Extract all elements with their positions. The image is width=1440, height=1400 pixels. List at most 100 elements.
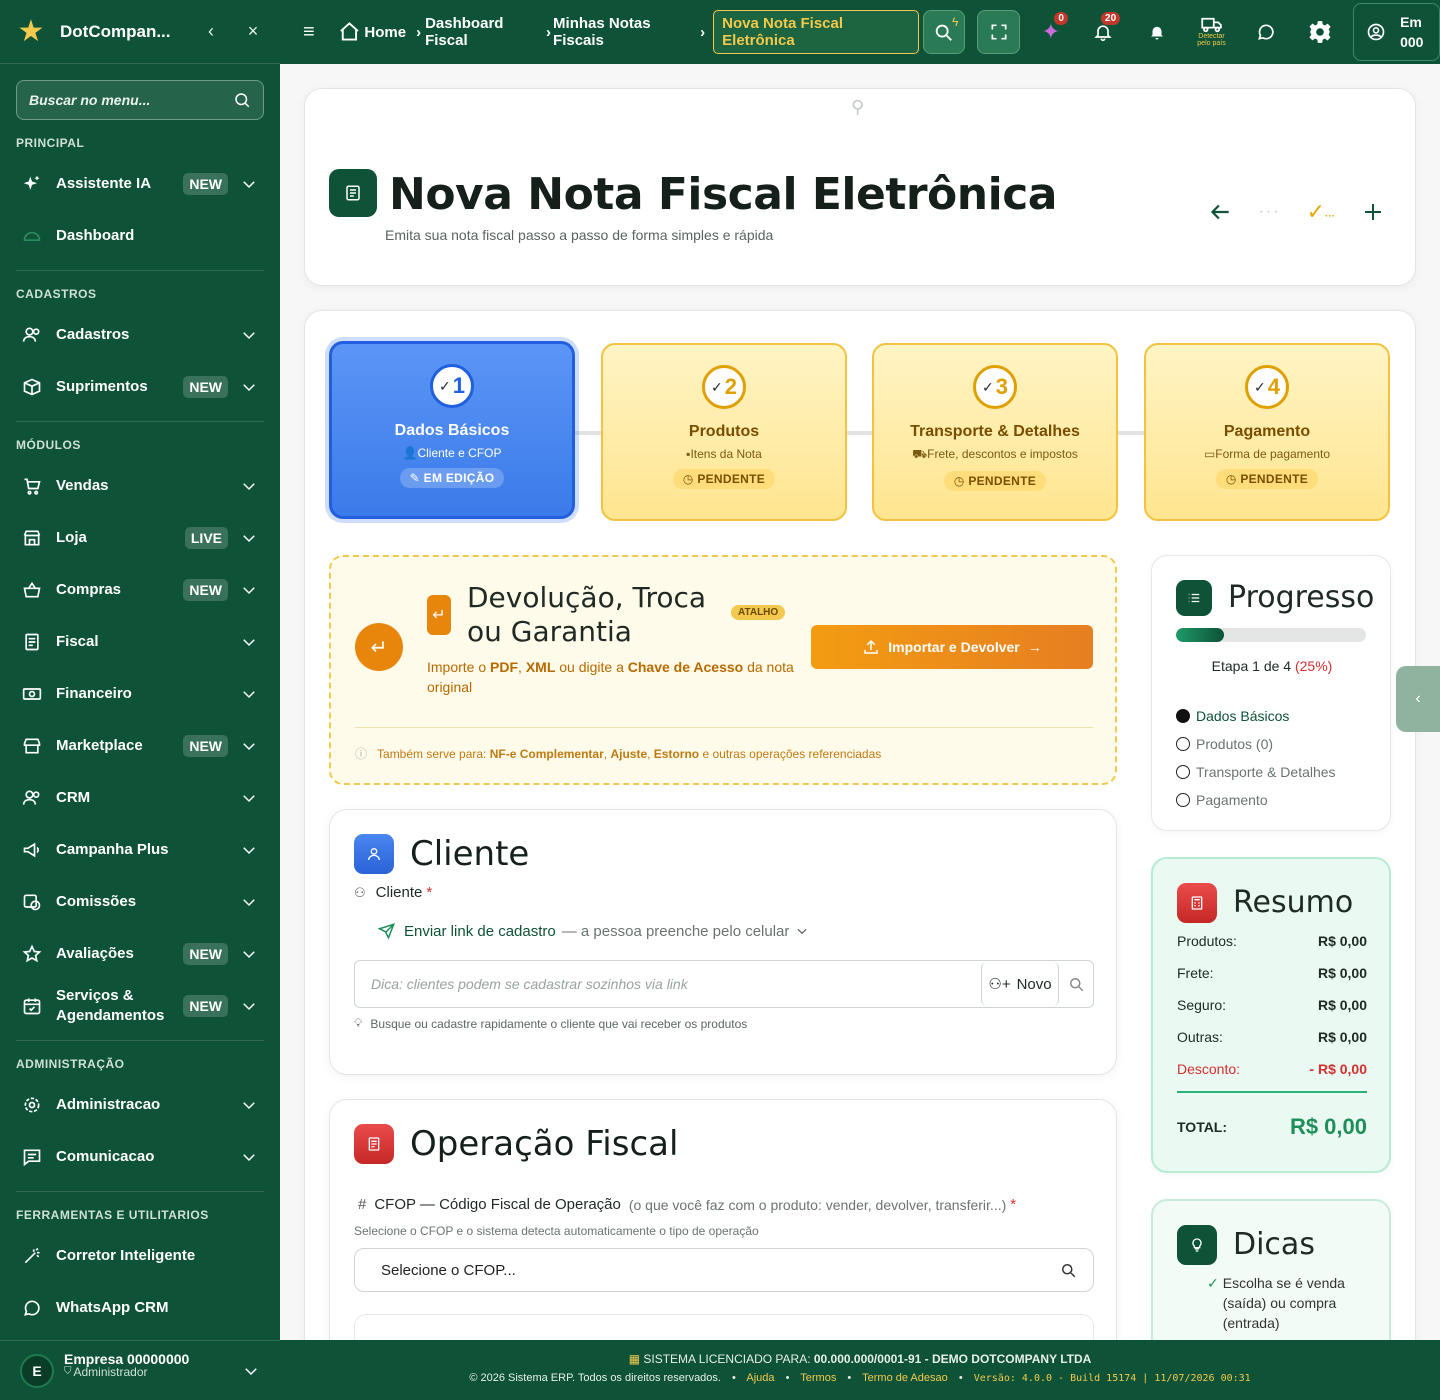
- adhesion-terms-link[interactable]: Termo de Adesao: [862, 1372, 948, 1384]
- coins-icon: [23, 894, 41, 911]
- cfop-select[interactable]: Selecione o CFOP...: [354, 1248, 1094, 1292]
- whatsapp-icon: [1257, 24, 1274, 40]
- store-icon: [23, 530, 41, 546]
- section-principal: PRINCIPAL: [16, 136, 85, 150]
- chevron-down-icon: [243, 847, 255, 855]
- operacao-title: Operação Fiscal: [410, 1124, 679, 1164]
- progress-item-transporte[interactable]: Transporte & Detalhes: [1176, 758, 1336, 786]
- notifications-count-badge: 20: [1101, 12, 1121, 25]
- search-icon: [235, 93, 250, 108]
- bell-icon: [1094, 25, 1112, 42]
- expand-icon: [991, 24, 1007, 40]
- chevron-down-icon: [243, 483, 255, 491]
- sidebar-item-comunicacao[interactable]: Comunicacao: [0, 1131, 280, 1183]
- home-icon[interactable]: [338, 20, 361, 44]
- import-return-button[interactable]: Importar e Devolver →: [811, 625, 1093, 669]
- user-icon: 👤: [402, 446, 418, 460]
- fullscreen-button[interactable]: [977, 10, 1020, 54]
- devolucao-shortcut: ↵ ↵ Devolução, Troca ou Garantia ATALHO …: [329, 555, 1117, 785]
- sidebar-item-loja[interactable]: Loja LIVE: [0, 512, 280, 564]
- truck-icon: ⛟: [912, 447, 928, 461]
- brand-name: DotCompan...: [60, 21, 171, 41]
- sidebar-item-marketplace[interactable]: Marketplace NEW: [0, 720, 280, 772]
- version-info: Versão: 4.0.0 - Build 15174 | 11/07/2026…: [973, 1373, 1251, 1384]
- form-wrapper: ✓ 1 Dados Básicos 👤Cliente e CFOP ✎ EM ED…: [304, 310, 1416, 1340]
- arrow-right-icon: →: [1027, 639, 1042, 655]
- breadcrumb-current: Nova Nota Fiscal Eletrônica: [713, 10, 920, 54]
- check-icon[interactable]: ✓···: [1307, 199, 1335, 225]
- close-icon[interactable]: ×: [240, 21, 266, 42]
- section-cadastros: CADASTROS: [16, 287, 97, 301]
- step-2[interactable]: ✓ 2 Produtos ▪Itens da Nota ◷ PENDENTE: [601, 343, 847, 521]
- step-1[interactable]: ✓ 1 Dados Básicos 👤Cliente e CFOP ✎ EM ED…: [329, 341, 575, 519]
- sidebar-item-avaliacoes[interactable]: Avaliações NEW: [0, 928, 280, 980]
- send-register-link[interactable]: Enviar link de cadastro — a pessoa preen…: [378, 922, 809, 940]
- chevron-down-icon: [243, 1003, 255, 1011]
- progress-item-dados[interactable]: Dados Básicos: [1176, 702, 1336, 730]
- quick-search-button[interactable]: ϟ: [923, 10, 966, 54]
- chevron-down-icon: [243, 743, 255, 751]
- sidebar-item-crm[interactable]: CRM: [0, 772, 280, 824]
- menu-search-placeholder: Buscar no menu...: [29, 92, 151, 108]
- sidebar-item-comissoes[interactable]: Comissões: [0, 876, 280, 928]
- bell-filled-icon: [1151, 26, 1164, 40]
- sidebar-item-servicos[interactable]: Serviços & Agendamentos NEW: [0, 980, 280, 1032]
- breadcrumb-minhas-notas[interactable]: Minhas Notas Fiscais: [553, 15, 698, 49]
- sidebar-item-compras[interactable]: Compras NEW: [0, 564, 280, 616]
- progress-item-produtos[interactable]: Produtos (0): [1176, 730, 1336, 758]
- document-icon: [346, 185, 360, 201]
- step-4[interactable]: ✓ 4 Pagamento ▭Forma de pagamento ◷ PENDE…: [1144, 343, 1390, 521]
- terms-link[interactable]: Termos: [800, 1372, 836, 1384]
- chevron-down-icon: [243, 1102, 255, 1110]
- breadcrumb-dashboard-fiscal[interactable]: Dashboard Fiscal: [425, 15, 544, 49]
- alerts-button[interactable]: [1136, 10, 1178, 54]
- breadcrumb-home[interactable]: Home: [364, 24, 406, 41]
- menu-search-input[interactable]: Buscar no menu...: [16, 80, 264, 120]
- sidebar-item-vendas[interactable]: Vendas: [0, 460, 280, 512]
- settings-button[interactable]: [1299, 10, 1341, 54]
- progress-item-pagamento[interactable]: Pagamento: [1176, 786, 1336, 814]
- hamburger-menu-icon[interactable]: ≡: [280, 21, 338, 44]
- company-selector[interactable]: Em 000: [1353, 3, 1440, 61]
- collapse-sidebar-icon[interactable]: ‹: [198, 21, 224, 42]
- sidebar-item-administracao[interactable]: Administracao: [0, 1079, 280, 1131]
- whatsapp-button[interactable]: [1245, 10, 1287, 54]
- license-label: SISTEMA LICENCIADO PARA:: [643, 1352, 811, 1366]
- chevron-down-icon: [797, 928, 807, 935]
- ai-button[interactable]: ✦ 0: [1030, 10, 1072, 54]
- chevron-down-icon: [245, 1367, 257, 1375]
- sidebar-item-cadastros[interactable]: Cadastros: [0, 309, 280, 361]
- sidebar-item-whatsapp[interactable]: WhatsApp CRM: [0, 1282, 280, 1334]
- sidebar-item-dashboard[interactable]: Dashboard: [0, 210, 280, 262]
- sidebar-item-campanha[interactable]: Campanha Plus: [0, 824, 280, 876]
- sidebar-item-suprimentos[interactable]: Suprimentos NEW: [0, 361, 280, 413]
- progress-step-text: Etapa 1 de 4: [1211, 658, 1292, 674]
- sidebar-item-assistente[interactable]: Assistente IA NEW: [0, 158, 280, 210]
- sidebar-item-corretor[interactable]: Corretor Inteligente: [0, 1230, 280, 1282]
- breadcrumb: Home › Dashboard Fiscal › Minhas Notas F…: [338, 10, 920, 54]
- help-link[interactable]: Ajuda: [746, 1372, 774, 1384]
- search-icon[interactable]: [1067, 975, 1085, 993]
- clock-icon: ◷: [953, 474, 969, 488]
- radio-icon: [1176, 737, 1190, 751]
- pin-icon[interactable]: ⚲: [851, 97, 864, 118]
- cart-icon: [24, 478, 41, 495]
- summary-total-row: TOTAL: R$ 0,00: [1177, 1114, 1367, 1139]
- license-value: 00.000.000/0001-91 - DEMO DOTCOMPANY LTD…: [813, 1352, 1092, 1366]
- notifications-button[interactable]: 20: [1082, 10, 1124, 54]
- step-3[interactable]: ✓ 3 Transporte & Detalhes ⛟Frete, descont…: [872, 343, 1118, 521]
- divider: [16, 1040, 264, 1041]
- user-menu[interactable]: E Empresa 00000000 ⛉ Administrador: [0, 1340, 280, 1400]
- status-badge: ◷ PENDENTE: [943, 471, 1047, 491]
- lightbulb-icon: [1177, 1225, 1217, 1265]
- sidebar-item-financeiro[interactable]: Financeiro: [0, 668, 280, 720]
- new-client-button[interactable]: ⚇+ Novo: [981, 962, 1059, 1006]
- cliente-search-input[interactable]: Dica: clientes podem se cadastrar sozinh…: [354, 960, 1094, 1008]
- plus-icon[interactable]: [1361, 200, 1385, 224]
- back-arrow-icon[interactable]: [1207, 199, 1233, 225]
- side-panel-toggle[interactable]: ‹: [1396, 666, 1440, 732]
- more-icon[interactable]: ···: [1259, 203, 1281, 221]
- sidebar-item-fiscal[interactable]: Fiscal: [0, 616, 280, 668]
- detect-country-button[interactable]: Detectar pelo país: [1190, 10, 1232, 54]
- page-header-card: ⚲ Nova Nota Fiscal Eletrônica Emita sua …: [304, 88, 1416, 286]
